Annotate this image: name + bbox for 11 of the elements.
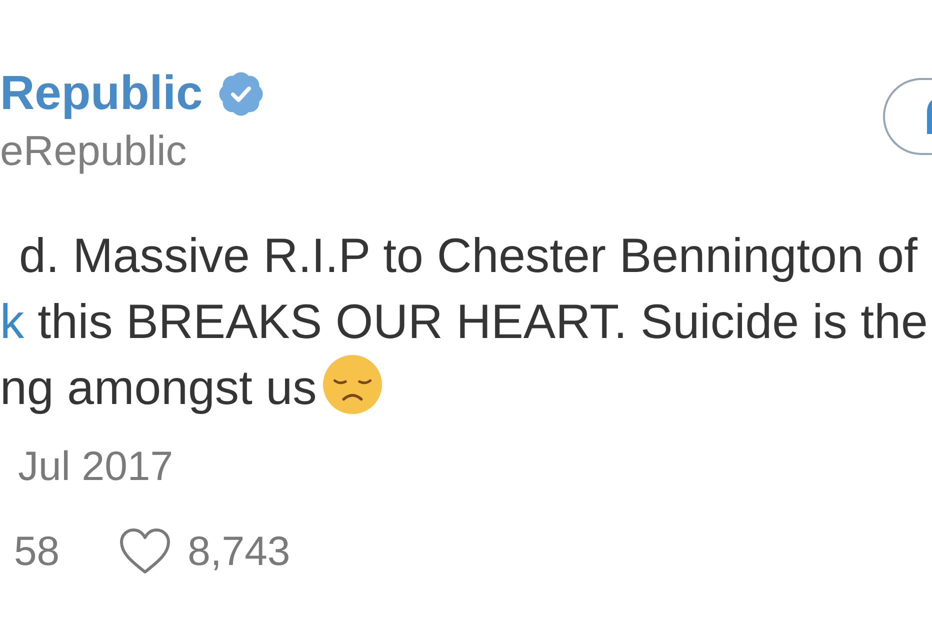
sad-face-emoji-icon (322, 355, 382, 414)
retweet-count: 58 (14, 527, 60, 576)
partial-glyph-icon (927, 100, 932, 134)
account-handle: eRepublic (0, 127, 188, 175)
heart-icon[interactable] (118, 528, 171, 574)
account-name[interactable]: Republic (0, 66, 203, 121)
outlined-button[interactable] (883, 78, 932, 155)
tweet-text: d. Massive R.I.P to Chester Bennington of k this BREAKS OUR HEART. Suicide is the ng amongst us (0, 228, 929, 417)
mention-link[interactable]: k (0, 295, 24, 349)
like-count: 8,743 (188, 527, 290, 576)
tweet-date[interactable]: Jul 2017 (0, 442, 174, 490)
